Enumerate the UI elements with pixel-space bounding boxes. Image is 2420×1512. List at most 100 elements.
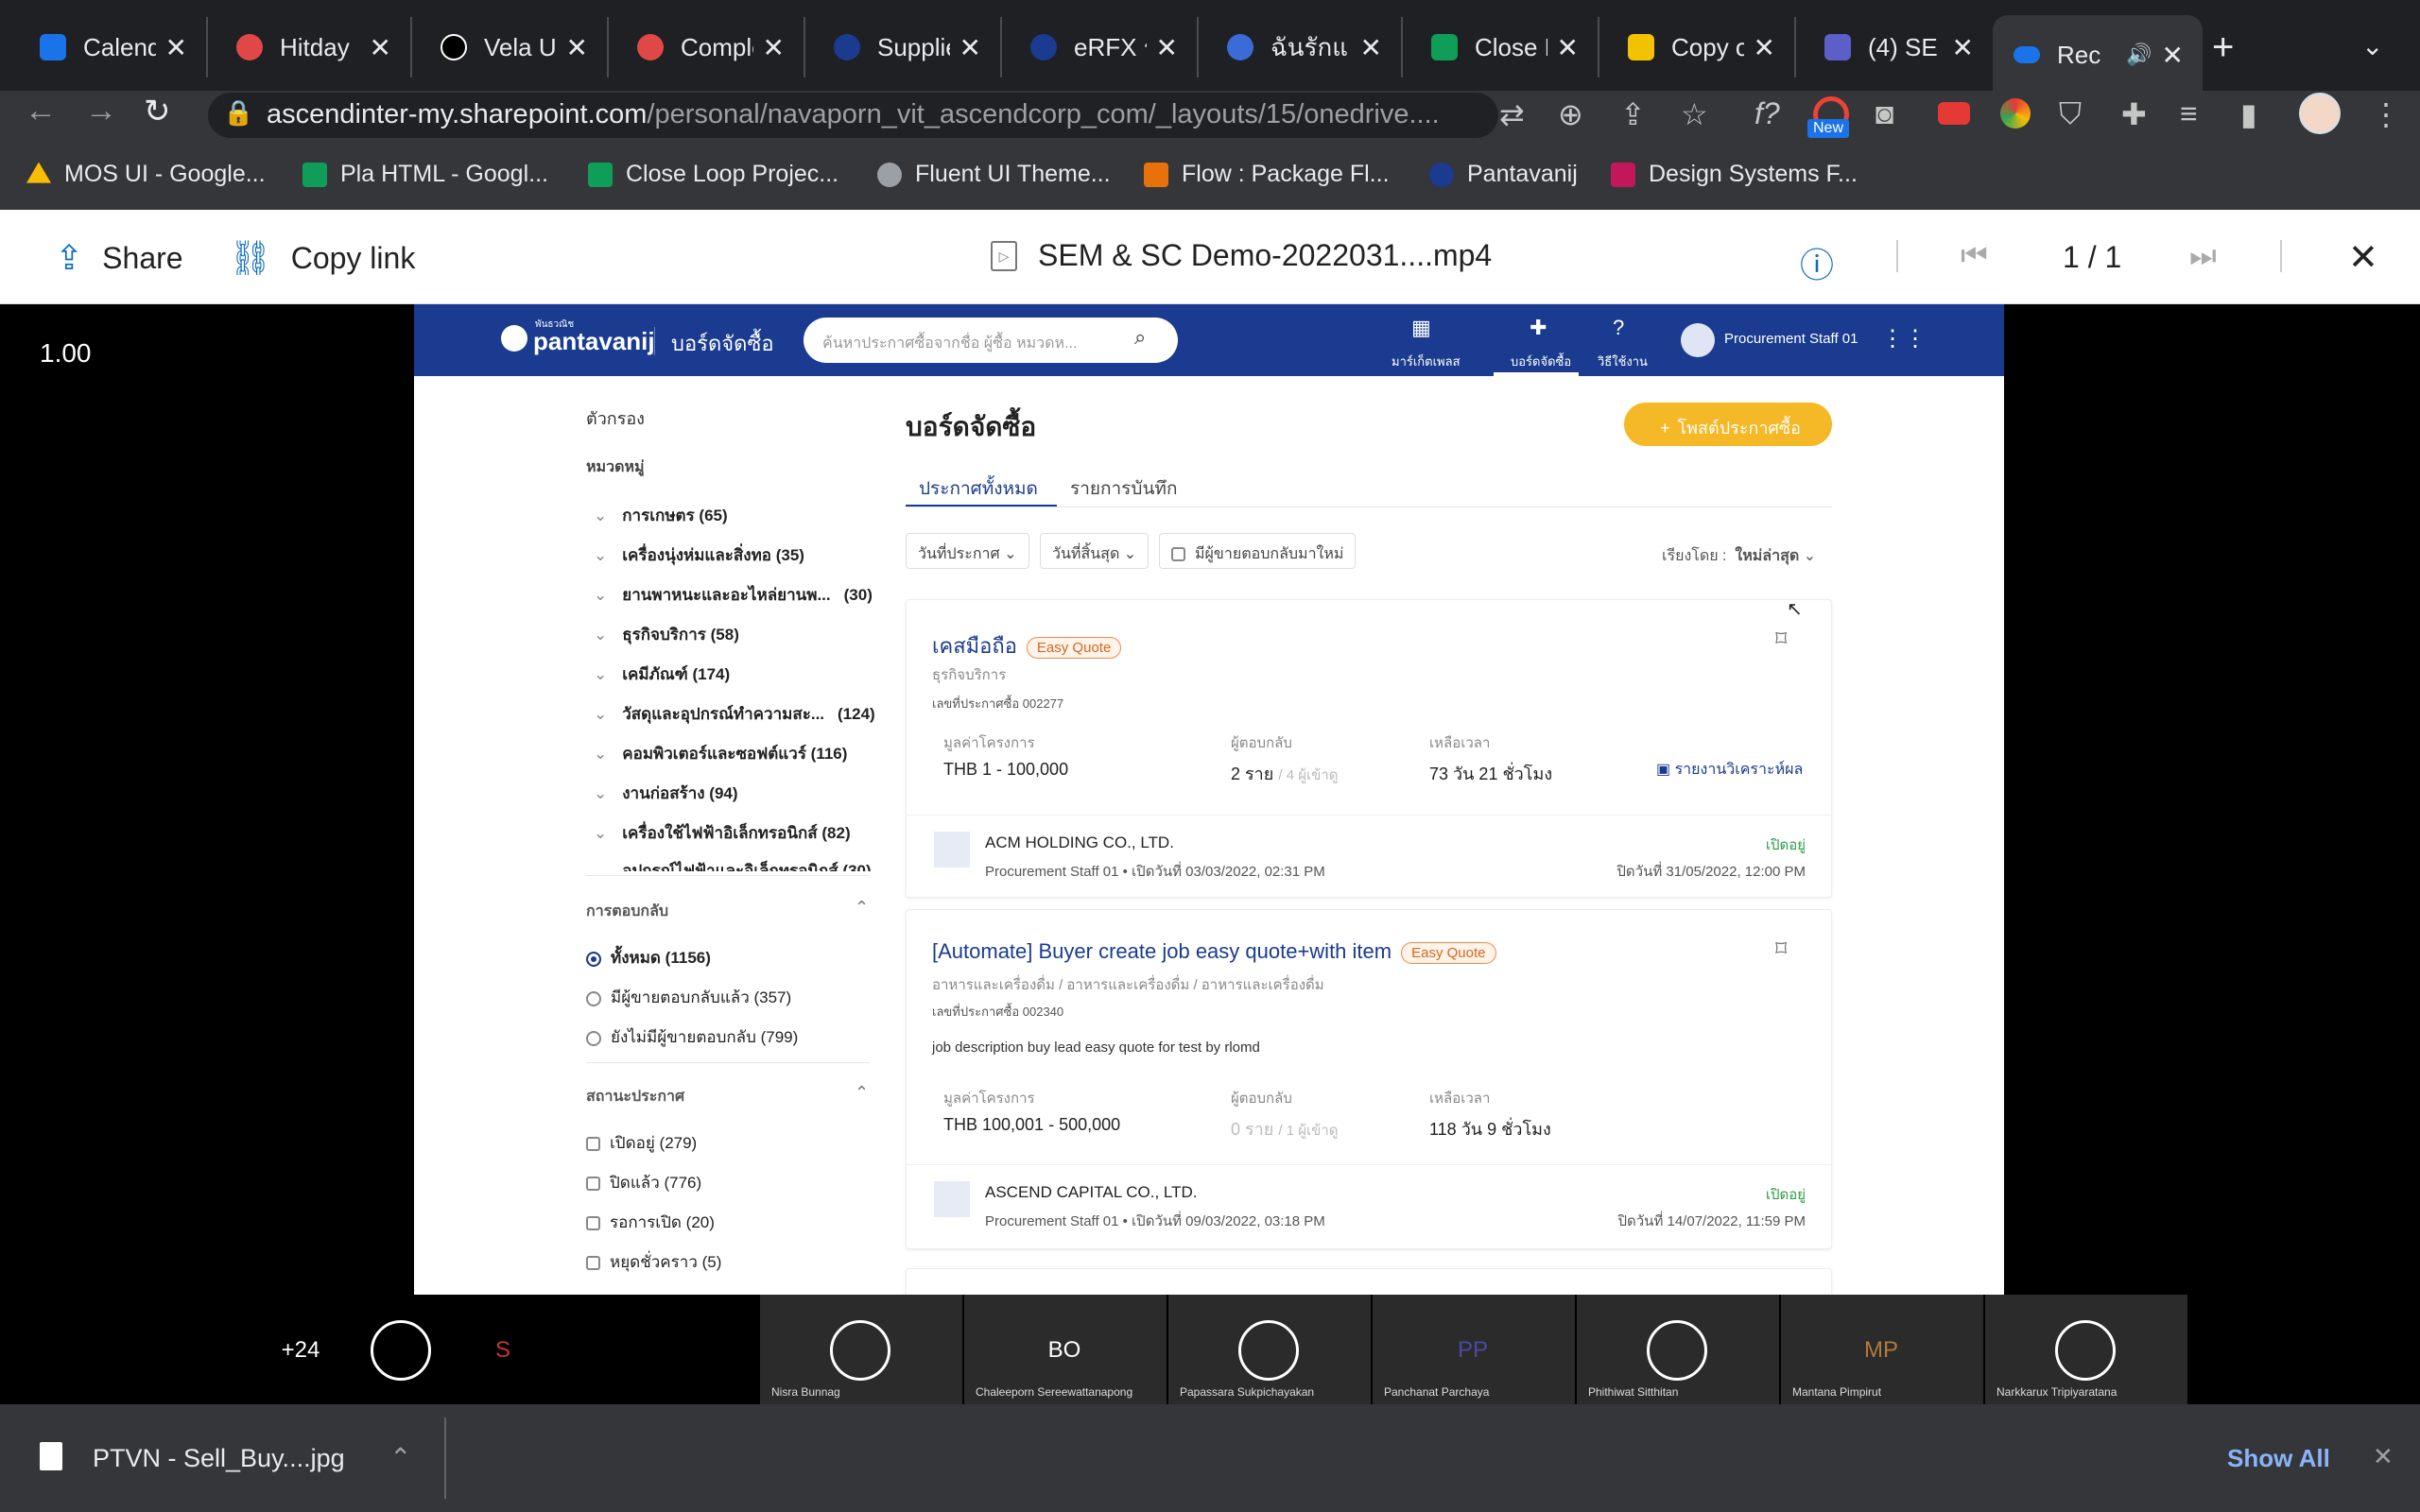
status-option[interactable]: หยุดชั่วคราว (5) xyxy=(586,1249,721,1275)
bookmark-item[interactable]: Design Systems F... xyxy=(1611,161,1858,188)
share-icon[interactable]: ⇪ xyxy=(1620,96,1646,132)
category-item[interactable]: ⌄ เคมีภัณฑ์ (174) xyxy=(594,662,730,687)
response-option[interactable]: ยังไม่มีผู้ขายตอบกลับ (799) xyxy=(586,1024,798,1050)
browser-tab[interactable]: ฉันรักแ ✕ xyxy=(1206,17,1403,77)
sidepanel-icon[interactable]: ▮ xyxy=(2240,96,2257,132)
avatar[interactable] xyxy=(371,1320,431,1381)
reload-icon[interactable]: ↻ xyxy=(144,93,171,130)
avatar[interactable]: S xyxy=(473,1320,533,1381)
translate-icon[interactable]: ⇄ xyxy=(1499,96,1525,132)
bookmark-item[interactable]: MOS UI - Google... xyxy=(26,161,266,188)
avatar[interactable] xyxy=(2299,93,2341,134)
avatar[interactable]: BO xyxy=(1034,1320,1095,1381)
shield-icon[interactable]: ⛉ xyxy=(2059,96,2082,132)
avatar[interactable] xyxy=(575,1320,635,1381)
url-text[interactable]: ascendinter-my.sharepoint.com/personal/n… xyxy=(267,99,1467,130)
close-tab-icon[interactable]: ✕ xyxy=(1156,32,1178,63)
close-tab-icon[interactable]: ✕ xyxy=(566,32,588,63)
status-option[interactable]: เปิดอยู่ (279) xyxy=(586,1130,697,1156)
job-title[interactable]: เคสมือถือ Easy Quote xyxy=(932,629,1122,662)
nav-how-to[interactable]: วิธีใช้งาน xyxy=(1598,352,1648,371)
browser-tab[interactable]: Supplie✕ xyxy=(813,17,1002,77)
response-option[interactable]: มีผู้ขายตอบกลับแล้ว (357) xyxy=(586,985,791,1010)
browser-tab[interactable]: Close L✕ xyxy=(1410,17,1599,77)
category-item[interactable]: ⌄ อุปกรณ์ไฟฟ้าและอิเล็กทรอนิกส์ (30) xyxy=(594,858,872,871)
search-input[interactable]: ค้นหาประกาศซื้อจากชื่อ ผู้ซื้อ หมวดห... xyxy=(804,318,1178,363)
close-tab-icon[interactable]: ✕ xyxy=(165,32,187,63)
filter-end-date[interactable]: วันที่สิ้นสุด ⌄ xyxy=(1040,533,1150,569)
show-all-button[interactable]: Show All xyxy=(2227,1444,2330,1473)
category-item[interactable]: ⌄ วัสดุและอุปกรณ์ทำความสะ... (124) xyxy=(594,701,875,727)
browser-tab[interactable]: Comple✕ xyxy=(616,17,805,77)
chevron-down-icon[interactable]: ⌄ xyxy=(2361,30,2383,61)
forward-icon[interactable]: → xyxy=(85,93,117,129)
apps-grid-icon[interactable]: ⋮⋮ xyxy=(1881,325,1927,352)
user-name[interactable]: Procurement Staff 01 xyxy=(1724,331,1858,347)
analysis-report-link[interactable]: ▣ รายงานวิเคราะห์ผล xyxy=(1656,758,1803,782)
browser-tab[interactable]: Copy o ✕ xyxy=(1607,17,1796,77)
avatar[interactable] xyxy=(2055,1320,2116,1381)
camera-icon[interactable]: ◙ xyxy=(1876,96,1893,131)
browser-tab-active[interactable]: Rec 🔊 ✕ xyxy=(1993,15,2203,94)
category-item[interactable]: ⌄ การเกษตร (65) xyxy=(594,503,728,528)
filter-date-posted[interactable]: วันที่ประกาศ ⌄ xyxy=(906,533,1029,569)
extension-icon[interactable] xyxy=(2000,98,2031,129)
bookmark-item[interactable]: Pla HTML - Googl... xyxy=(302,161,548,188)
chevron-up-icon[interactable]: ⌃ xyxy=(855,898,869,918)
speaker-icon[interactable]: 🔊 xyxy=(2126,43,2152,67)
sort-dropdown[interactable]: เรียงโดย : ใหม่ล่าสุด ⌄ xyxy=(1662,544,1816,568)
avatar[interactable] xyxy=(1238,1320,1299,1381)
bookmark-item[interactable]: Pantavanij xyxy=(1429,161,1578,188)
zoom-icon[interactable]: ⊕ xyxy=(1558,96,1583,132)
browser-tab[interactable]: Hitday ✕ xyxy=(216,17,412,77)
category-item[interactable]: ⌄ เครื่องใช้ไฟฟ้าอิเล็กทรอนิกส์ (82) xyxy=(594,820,851,846)
browser-tab[interactable]: eRFX ร✕ xyxy=(1010,17,1199,77)
category-item[interactable]: ⌄ เครื่องนุ่งห่มและสิ่งทอ (35) xyxy=(594,542,804,568)
category-item[interactable]: ⌄ งานก่อสร้าง (94) xyxy=(594,781,738,806)
browser-tab[interactable]: Vela U ✕ xyxy=(420,17,609,77)
help-icon[interactable]: ? xyxy=(1613,316,1624,340)
job-title[interactable]: [Automate] Buyer create job easy quote+w… xyxy=(932,939,1496,964)
star-icon[interactable]: ☆ xyxy=(1681,96,1708,132)
first-page-icon[interactable]: ⏮ xyxy=(1961,238,1988,274)
close-tab-icon[interactable]: ✕ xyxy=(1952,32,1974,63)
copy-link-button[interactable]: ⛓ Copy link xyxy=(229,238,415,278)
close-tab-icon[interactable]: ✕ xyxy=(370,32,391,63)
user-avatar[interactable] xyxy=(1681,323,1715,357)
category-item[interactable]: ⌄ ธุรกิจบริการ (58) xyxy=(594,622,739,647)
more-icon[interactable]: ⋮ xyxy=(2371,96,2401,132)
avatar[interactable] xyxy=(677,1320,737,1381)
avatar[interactable] xyxy=(1647,1320,1707,1381)
media-icon[interactable]: ≡ xyxy=(2180,96,2198,131)
status-option[interactable]: ปิดแล้ว (776) xyxy=(586,1170,701,1195)
close-tab-icon[interactable]: ✕ xyxy=(1557,32,1579,63)
download-filename[interactable]: PTVN - Sell_Buy....jpg xyxy=(93,1444,345,1473)
new-tab-button[interactable]: + xyxy=(2212,26,2234,69)
chevron-up-icon[interactable]: ⌃ xyxy=(855,1083,869,1103)
job-card[interactable] xyxy=(906,1268,1832,1295)
nav-marketplace[interactable]: มาร์เก็ตเพลส xyxy=(1392,352,1461,371)
bookmark-item[interactable]: Flow : Package Fl... xyxy=(1144,161,1390,188)
status-option[interactable]: รอการเปิด (20) xyxy=(586,1210,715,1235)
playback-speed[interactable]: 1.00 xyxy=(40,338,92,369)
avatar[interactable] xyxy=(830,1320,890,1381)
close-tab-icon[interactable]: ✕ xyxy=(1754,32,1775,63)
last-page-icon[interactable]: ⏭ xyxy=(2189,238,2217,274)
close-icon[interactable]: ✕ xyxy=(2373,1442,2394,1471)
close-tab-icon[interactable]: ✕ xyxy=(2162,40,2184,71)
filter-new-response[interactable]: มีผู้ขายตอบกลับมาใหม่ xyxy=(1159,533,1357,569)
browser-tab[interactable]: (4) SE ✕ xyxy=(1804,17,1993,77)
tab-all-posts[interactable]: ประกาศทั้งหมด xyxy=(919,474,1038,503)
search-icon[interactable]: ⌕ xyxy=(1134,325,1146,350)
info-icon[interactable]: ⓘ xyxy=(1800,238,1834,287)
video-frame[interactable]: พันธวณิช pantavanij บอร์ดจัดซื้อ ค้นหาปร… xyxy=(414,304,2004,1295)
avatar[interactable]: PP xyxy=(1443,1320,1503,1381)
bookmark-icon[interactable]: ⌑ xyxy=(1775,626,1787,653)
avatar[interactable]: MP xyxy=(1851,1320,1911,1381)
nav-procurement-board[interactable]: บอร์ดจัดซื้อ xyxy=(1511,352,1571,371)
bookmark-icon[interactable]: ⌑ xyxy=(1775,936,1787,963)
youtube-icon[interactable] xyxy=(1938,102,1970,125)
close-tab-icon[interactable]: ✕ xyxy=(1360,32,1382,63)
pin-icon[interactable]: ✚ xyxy=(1530,316,1547,340)
close-tab-icon[interactable]: ✕ xyxy=(959,32,981,63)
